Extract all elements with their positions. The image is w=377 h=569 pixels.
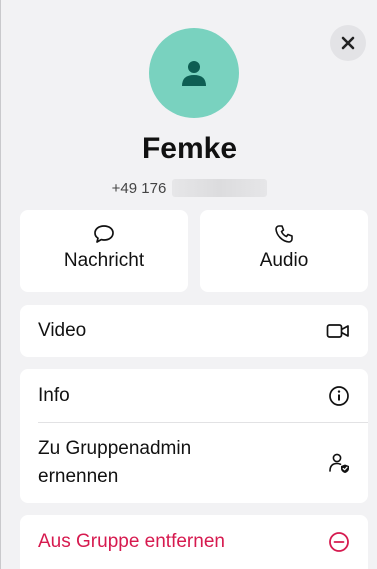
phone-number: +49 176 [1,179,377,197]
phone-prefix: +49 176 [111,179,167,197]
remove-label: Aus Gruppe entfernen [38,531,225,552]
person-icon [182,61,206,86]
phone-icon [275,225,293,243]
close-icon [341,36,355,50]
audio-button[interactable]: Audio [200,210,368,292]
video-row[interactable]: Video [20,305,368,357]
make-admin-row[interactable]: Zu Gruppenadmin ernennen [20,423,368,503]
options-group: Info Zu Gruppenadmin ernennen [20,369,368,503]
message-label: Nachricht [63,250,145,271]
make-admin-line1: Zu Gruppenadmin [38,438,192,459]
message-button[interactable]: Nachricht [20,210,188,292]
audio-label: Audio [259,250,309,271]
phone-redacted [172,179,268,197]
video-camera-icon [326,324,349,338]
contact-sheet: Femke +49 176 Nachricht Audio Video Info [0,0,377,569]
video-label: Video [38,320,87,341]
info-circle-icon [329,385,349,406]
remove-row[interactable]: Aus Gruppe entfernen [20,515,368,569]
person-shield-icon [329,453,349,473]
info-row[interactable]: Info [20,369,368,422]
close-button[interactable] [330,25,366,61]
speech-bubble-icon [94,225,114,243]
minus-circle-icon [329,532,349,552]
avatar [149,28,239,118]
make-admin-line2: ernennen [38,466,119,487]
contact-name: Femke [141,132,238,165]
info-label: Info [38,384,70,406]
make-admin-text: Zu Gruppenadmin ernennen [38,435,191,491]
